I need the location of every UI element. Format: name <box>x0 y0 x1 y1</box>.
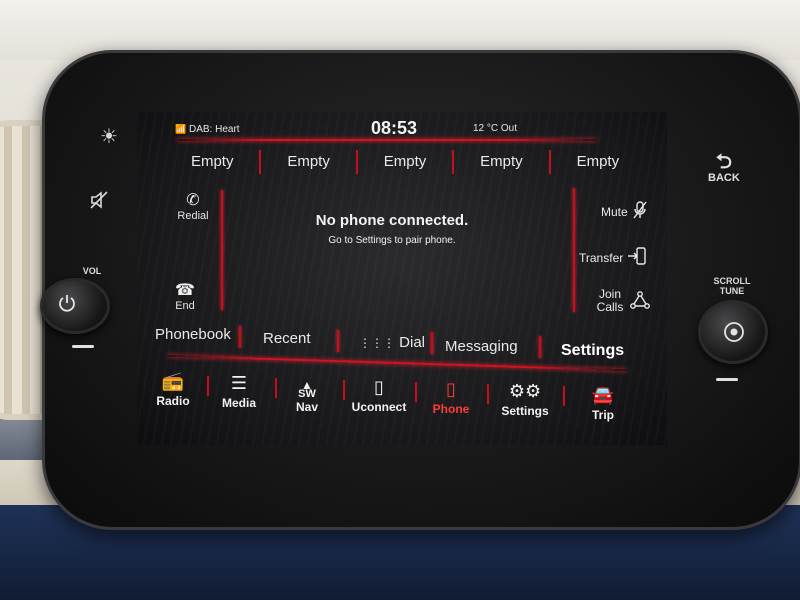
nav-radio[interactable]: 📻 Radio <box>141 370 205 408</box>
pairing-hint: Go to Settings to pair phone. <box>328 235 456 246</box>
vol-label: VOL <box>82 266 102 276</box>
phone-icon: ▯ <box>446 379 456 399</box>
transfer-button[interactable]: Transfer <box>579 246 647 269</box>
no-phone-message: No phone connected. <box>315 212 469 229</box>
nav-settings[interactable]: ⚙⚙ Settings <box>493 380 557 418</box>
back-button[interactable]: ⮌ BACK <box>708 152 740 184</box>
nav-separator <box>487 384 489 404</box>
phone-handset-icon: ✆ <box>186 192 200 209</box>
status-bar: 📶 DAB: Heart 08:53 12 °C Out <box>137 112 667 140</box>
nav-divider <box>167 354 627 372</box>
enter-icon <box>724 322 744 342</box>
clock: 08:53 <box>371 118 418 138</box>
scroll-tune-label: SCROLL TUNE <box>713 276 751 296</box>
preset-2[interactable]: Empty <box>261 150 358 174</box>
outside-temperature: 12 °C Out <box>473 123 518 134</box>
media-icon: ☰ <box>230 373 248 393</box>
nav-phone[interactable]: ▯ Phone <box>419 378 483 416</box>
volume-indicator <box>72 345 94 348</box>
transfer-icon <box>627 246 647 269</box>
join-calls-icon <box>629 290 651 313</box>
tab-settings[interactable]: Settings <box>561 342 624 360</box>
nav-separator <box>343 380 345 400</box>
infotainment-screen: 📶 DAB: Heart 08:53 12 °C Out Empty Empty… <box>137 112 667 445</box>
nav-media[interactable]: ☰ Media <box>207 372 271 410</box>
phone-tabs: Phonebook Recent ⋮⋮⋮ Dial Messaging Sett… <box>151 326 651 359</box>
preset-1[interactable]: Empty <box>165 150 262 174</box>
keypad-icon: ⋮⋮⋮ <box>359 336 395 350</box>
tab-recent[interactable]: Recent <box>263 330 311 347</box>
tune-indicator <box>716 378 738 381</box>
tab-divider <box>431 332 433 354</box>
hang-up-icon: ☎ <box>175 282 195 299</box>
tab-divider <box>337 330 339 352</box>
trip-icon: 🚘 <box>591 385 615 405</box>
top-divider <box>177 139 597 141</box>
join-calls-button[interactable]: Join Calls <box>595 288 665 314</box>
signal-icon: 📶 <box>175 124 187 134</box>
tab-divider <box>239 326 241 348</box>
back-label: BACK <box>708 172 740 184</box>
nav-trip[interactable]: 🚘 Trip <box>571 384 635 422</box>
preset-5[interactable]: Empty <box>551 150 645 174</box>
power-icon <box>59 295 75 312</box>
volume-knob[interactable] <box>40 278 110 334</box>
uconnect-icon: ▯ <box>374 377 384 397</box>
scroll-tune-knob[interactable] <box>698 300 768 364</box>
nav-separator <box>415 382 417 402</box>
preset-3[interactable]: Empty <box>358 150 455 174</box>
tab-messaging[interactable]: Messaging <box>445 338 518 355</box>
end-call-button[interactable]: ☎ End <box>165 282 205 312</box>
back-arrow-icon: ⮌ <box>715 151 732 173</box>
right-divider <box>573 188 575 312</box>
settings-icon: ⚙⚙ <box>508 381 542 401</box>
radio-source: 📶 DAB: Heart <box>175 124 240 135</box>
tab-divider <box>539 336 541 358</box>
preset-4[interactable]: Empty <box>454 150 551 174</box>
nav-uconnect[interactable]: ▯ Uconnect <box>347 376 411 414</box>
compass-heading: SW <box>298 388 316 400</box>
tab-phonebook[interactable]: Phonebook <box>155 326 231 343</box>
preset-bar: Empty Empty Empty Empty Empty <box>165 150 645 174</box>
radio-icon: 📻 <box>161 371 185 391</box>
bottom-nav: 📻 Radio ☰ Media ▲ SW Nav ▯ Uconnect ▯ Ph… <box>151 370 661 440</box>
tab-dial[interactable]: ⋮⋮⋮ Dial <box>359 334 425 351</box>
mute-speaker-icon[interactable] <box>88 188 112 218</box>
nav-separator <box>563 386 565 406</box>
nav-nav[interactable]: ▲ SW Nav <box>275 374 339 414</box>
brightness-icon[interactable]: ☀ <box>100 124 118 149</box>
left-divider <box>221 190 223 310</box>
